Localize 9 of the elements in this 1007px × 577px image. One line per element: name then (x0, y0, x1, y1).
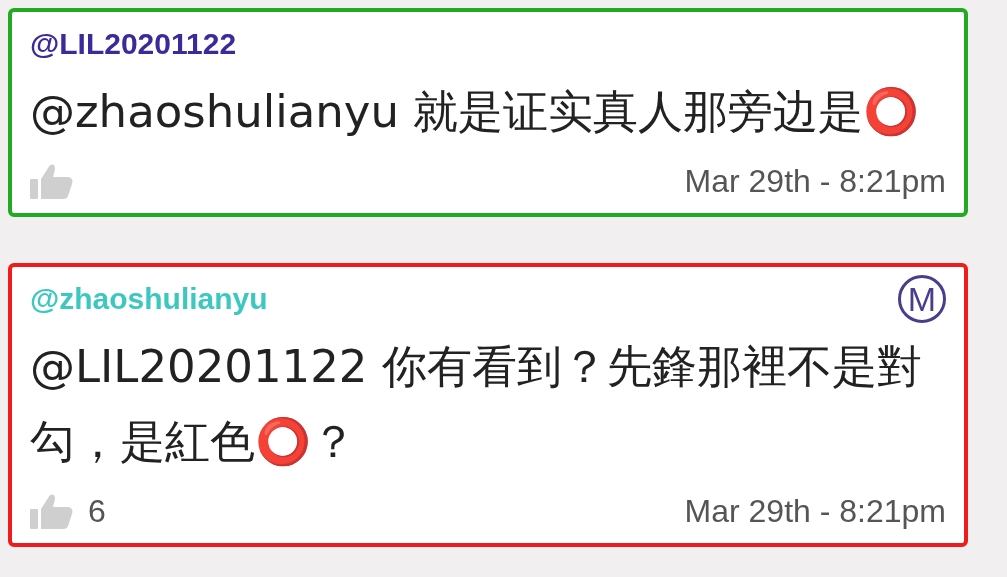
timestamp: Mar 29th - 8:21pm (684, 492, 946, 530)
thumbs-up-icon[interactable] (30, 493, 74, 529)
timestamp: Mar 29th - 8:21pm (684, 162, 946, 200)
like-count: 6 (88, 492, 106, 530)
comment-text: @zhaoshulianyu 就是证实真人那旁边是⭕ (30, 84, 921, 140)
username[interactable]: @LIL20201122 (30, 27, 237, 61)
moderator-badge: M (898, 275, 946, 323)
comment-text: @LIL20201122 你有看到？先鋒那裡不是對勾，是紅色⭕？ (30, 339, 923, 470)
thumbs-up-icon[interactable] (30, 163, 74, 199)
